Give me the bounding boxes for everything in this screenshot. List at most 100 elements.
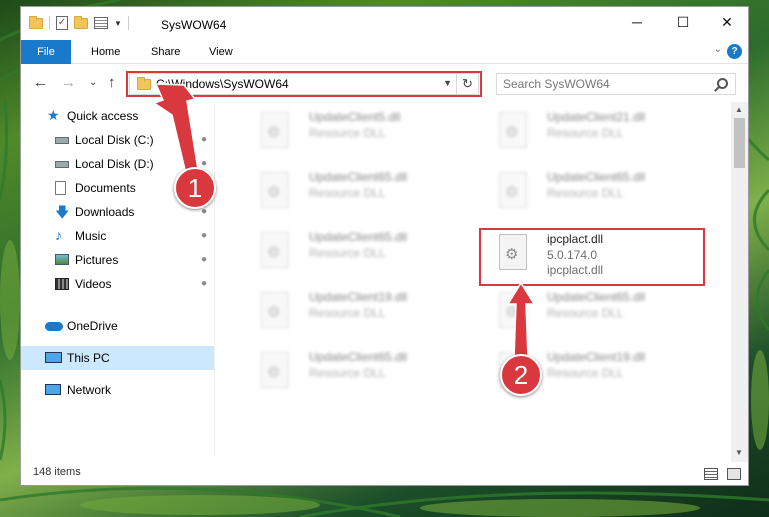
minimize-button[interactable]: ─ [614,7,660,37]
file-tile[interactable]: UpdateClient65.dll Resource DLL [479,168,709,222]
step-badge-1: 1 [174,167,216,209]
file-tile[interactable]: UpdateClient5.dll Resource DLL [241,108,471,162]
documents-icon [55,181,66,195]
pin-icon[interactable]: ● [201,134,207,145]
tab-file[interactable]: File [21,40,71,64]
large-icons-view-icon[interactable] [727,468,741,480]
sidebar-item-label: Network [67,383,112,397]
file-tile[interactable]: UpdateClient65.dll Resource DLL [479,288,709,342]
sidebar-item-label: Videos [75,277,112,291]
new-folder-icon[interactable] [74,15,88,29]
file-type: Resource DLL [309,246,386,260]
sidebar-item-quick-access[interactable]: ★ Quick access [21,104,215,128]
navigation-bar: ← → ⌄ ↑ C:\Windows\SysWOW64 ▼ ↻ Search S… [21,64,748,102]
window-title: SysWOW64 [161,18,227,32]
vertical-scrollbar[interactable]: ▲ ▼ [731,102,748,462]
dll-file-icon [261,232,289,268]
title-bar: ✓ ▼ SysWOW64 ─ ☐ ✕ [21,7,748,40]
tab-share[interactable]: Share [151,40,180,64]
search-input[interactable]: Search SysWOW64 [496,73,736,95]
search-icon [717,78,728,89]
dll-file-icon [499,112,527,148]
drive-icon [55,137,69,144]
sidebar-item-onedrive[interactable]: OneDrive [21,314,215,338]
customize-toolbar-chevron-icon[interactable]: ▼ [114,19,122,28]
star-icon: ★ [47,107,60,123]
dll-file-icon [499,292,527,328]
back-button[interactable]: ← [33,74,48,91]
file-tile[interactable]: UpdateClient65.dll Resource DLL [241,168,471,222]
sidebar-item-label: Pictures [75,253,119,267]
computer-icon [45,352,62,363]
sidebar-item-label: OneDrive [67,319,118,333]
dll-file-icon [261,292,289,328]
forward-button[interactable]: → [61,74,76,91]
music-icon: ♪ [55,227,62,243]
sidebar-item-label: This PC [67,351,110,365]
file-type: Resource DLL [309,186,386,200]
sidebar-item-this-pc[interactable]: This PC [21,346,215,370]
help-icon[interactable]: ? [727,44,742,59]
file-tile[interactable]: UpdateClient65.dll Resource DLL [241,348,471,402]
file-tile[interactable]: UpdateClient19.dll Resource DLL [241,288,471,342]
scroll-down-icon[interactable]: ▼ [735,448,743,457]
file-type: Resource DLL [547,306,624,320]
properties-check-icon[interactable]: ✓ [56,16,68,30]
pin-icon[interactable]: ● [201,254,207,265]
drive-icon [55,161,69,168]
pictures-icon [55,254,69,265]
file-name: UpdateClient65.dll [547,290,646,304]
file-name: UpdateClient19.dll [309,290,408,304]
tab-view[interactable]: View [209,40,233,64]
dll-file-icon [499,172,527,208]
dll-file-icon [261,172,289,208]
sidebar-item-music[interactable]: ♪ Music ● [21,224,215,248]
pin-icon[interactable]: ● [201,230,207,241]
file-type: Resource DLL [309,126,386,140]
recent-locations-chevron-icon[interactable]: ⌄ [89,77,97,88]
file-name: UpdateClient65.dll [547,170,646,184]
divider [127,16,129,30]
download-icon: 🡇 [55,204,70,220]
tab-home[interactable]: Home [91,40,120,64]
file-name: UpdateClient21.dll [547,110,646,124]
properties-icon[interactable] [94,17,108,29]
file-type: Resource DLL [309,306,386,320]
file-name: UpdateClient65.dll [309,170,408,184]
close-button[interactable]: ✕ [704,7,748,37]
divider [214,102,215,457]
file-name: UpdateClient65.dll [309,350,408,364]
network-icon [45,384,61,395]
file-tile[interactable]: UpdateClient65.dll Resource DLL [241,228,471,282]
expand-ribbon-chevron-icon[interactable]: ⌄ [714,44,722,55]
sidebar-item-pictures[interactable]: Pictures ● [21,248,215,272]
file-tile[interactable]: UpdateClient21.dll Resource DLL [479,108,709,162]
status-bar: 148 items [21,462,748,485]
sidebar-item-videos[interactable]: Videos ● [21,272,215,296]
up-button[interactable]: ↑ [108,74,116,91]
ribbon-tabs: File Home Share View ⌄ ? [21,40,748,64]
file-name: UpdateClient19.dll [547,350,646,364]
scrollbar-thumb[interactable] [734,118,745,168]
cloud-icon [45,322,63,331]
maximize-button[interactable]: ☐ [660,7,706,37]
pin-icon[interactable]: ● [201,278,207,289]
folder-icon [29,15,43,29]
file-name: UpdateClient65.dll [309,230,408,244]
file-type: Resource DLL [547,126,624,140]
sidebar-item-local-disk-c[interactable]: Local Disk (C:) ● [21,128,215,152]
sidebar-item-network[interactable]: Network [21,378,215,402]
sidebar-item-label: Documents [75,181,136,195]
dll-file-icon [261,352,289,388]
file-list: UpdateClient5.dll Resource DLL UpdateCli… [221,102,731,457]
videos-icon [55,278,69,290]
file-name: UpdateClient5.dll [309,110,401,124]
sidebar-item-label: Music [75,229,107,243]
step-badge-2: 2 [500,354,542,396]
file-type: Resource DLL [309,366,386,380]
scroll-up-icon[interactable]: ▲ [735,105,743,114]
sidebar-item-label: Quick access [67,109,139,123]
item-count: 148 items [33,466,81,478]
details-view-icon[interactable] [704,468,718,480]
explorer-window: ✓ ▼ SysWOW64 ─ ☐ ✕ File Home Share View … [20,6,749,486]
